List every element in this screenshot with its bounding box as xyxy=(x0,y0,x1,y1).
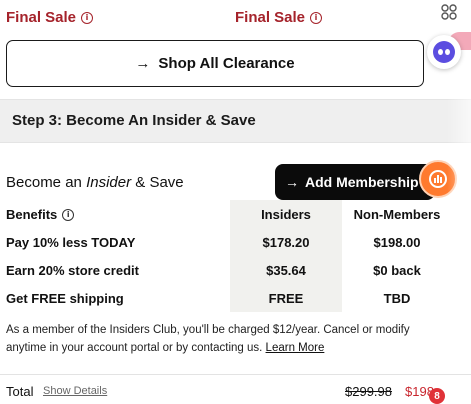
membership-note: As a member of the Insiders Club, you'll… xyxy=(6,324,410,354)
insiders-value: $35.64 xyxy=(266,263,306,278)
shop-all-clearance-label: Shop All Clearance xyxy=(158,55,295,72)
become-insider-heading: Become an Insider & Save xyxy=(6,174,184,191)
arrow-right-icon: → xyxy=(285,174,299,190)
benefits-header: Benefits i xyxy=(6,207,75,222)
insiders-value: $178.20 xyxy=(262,235,310,250)
original-price: $299.98 xyxy=(345,384,392,399)
chat-bot-button[interactable] xyxy=(427,35,461,69)
final-sale-label-2: Final Sale i xyxy=(235,9,323,26)
analytics-widget-icon xyxy=(429,170,447,188)
non-members-header: Non-Members xyxy=(353,207,441,222)
add-membership-label: Add Membership xyxy=(305,174,419,190)
info-icon[interactable]: i xyxy=(81,11,94,24)
learn-more-link[interactable]: Learn More xyxy=(266,342,325,354)
info-icon[interactable]: i xyxy=(310,11,323,24)
final-sale-label-1: Final Sale i xyxy=(6,9,94,26)
add-membership-button[interactable]: → Add Membership xyxy=(275,164,435,200)
total-label: Total xyxy=(6,384,34,399)
cart-count-badge[interactable]: 8 xyxy=(429,388,445,404)
step-title: Step 3: Become An Insider & Save xyxy=(12,112,256,129)
divider xyxy=(0,374,471,375)
insiders-header: Insiders xyxy=(261,207,311,222)
show-details-link[interactable]: Show Details xyxy=(43,385,107,397)
arrow-right-icon: → xyxy=(135,55,151,72)
non-members-value: $0 back xyxy=(373,263,421,278)
benefit-label: Earn 20% store credit xyxy=(6,263,139,278)
shop-all-clearance-button[interactable]: → Shop All Clearance xyxy=(6,40,424,87)
step-header: Step 3: Become An Insider & Save xyxy=(0,99,471,143)
apps-grid-icon[interactable] xyxy=(440,3,458,21)
insiders-value: FREE xyxy=(268,291,304,306)
non-members-value: $198.00 xyxy=(373,235,421,250)
benefit-label: Pay 10% less TODAY xyxy=(6,235,136,250)
chat-bot-icon xyxy=(433,41,455,63)
benefit-label: Get FREE shipping xyxy=(6,291,124,306)
info-icon[interactable]: i xyxy=(62,208,75,221)
non-members-value: TBD xyxy=(383,291,411,306)
scroll-fade xyxy=(447,99,471,375)
